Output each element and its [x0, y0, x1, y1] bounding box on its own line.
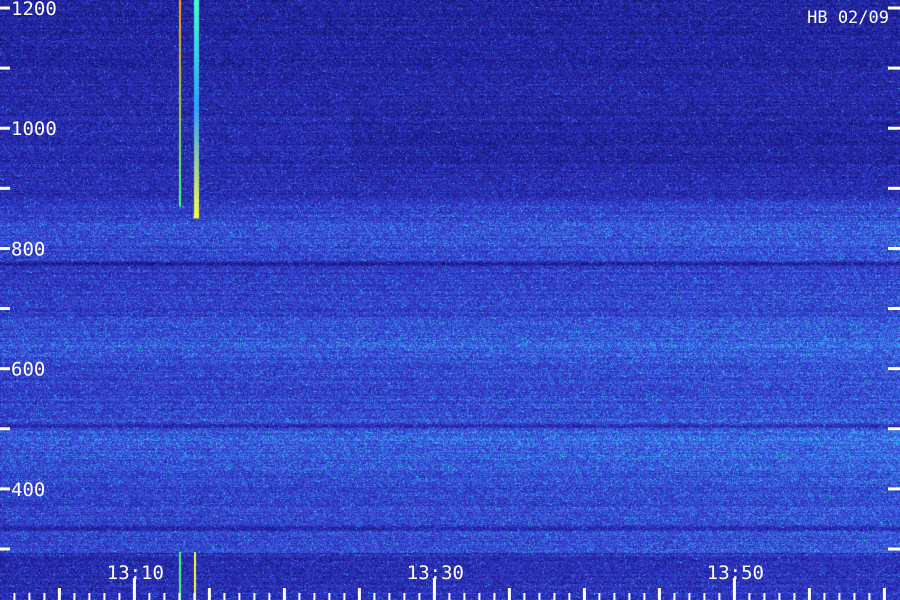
y-tick-label: 1200 [11, 0, 57, 20]
x-tick-label: 13:50 [707, 562, 764, 584]
y-tick-label: 1000 [11, 118, 57, 140]
y-tick-label: 400 [11, 479, 45, 501]
chart-overlay: 1200 1000 800 600 400 13:10 13:30 13:50 HB 02/… [0, 0, 900, 600]
y-tick-label: 800 [11, 238, 45, 260]
y-axis-left [0, 6, 10, 551]
x-tick-label: 13:10 [107, 562, 164, 584]
x-tick-label: 13:30 [407, 562, 464, 584]
x-tick-labels: 13:10 13:30 13:50 [107, 562, 764, 584]
y-tick-labels: 1200 1000 800 600 400 [11, 0, 57, 501]
station-label: HB 02/09 [807, 8, 889, 28]
y-axis-right [888, 6, 900, 551]
y-tick-label: 600 [11, 359, 45, 381]
